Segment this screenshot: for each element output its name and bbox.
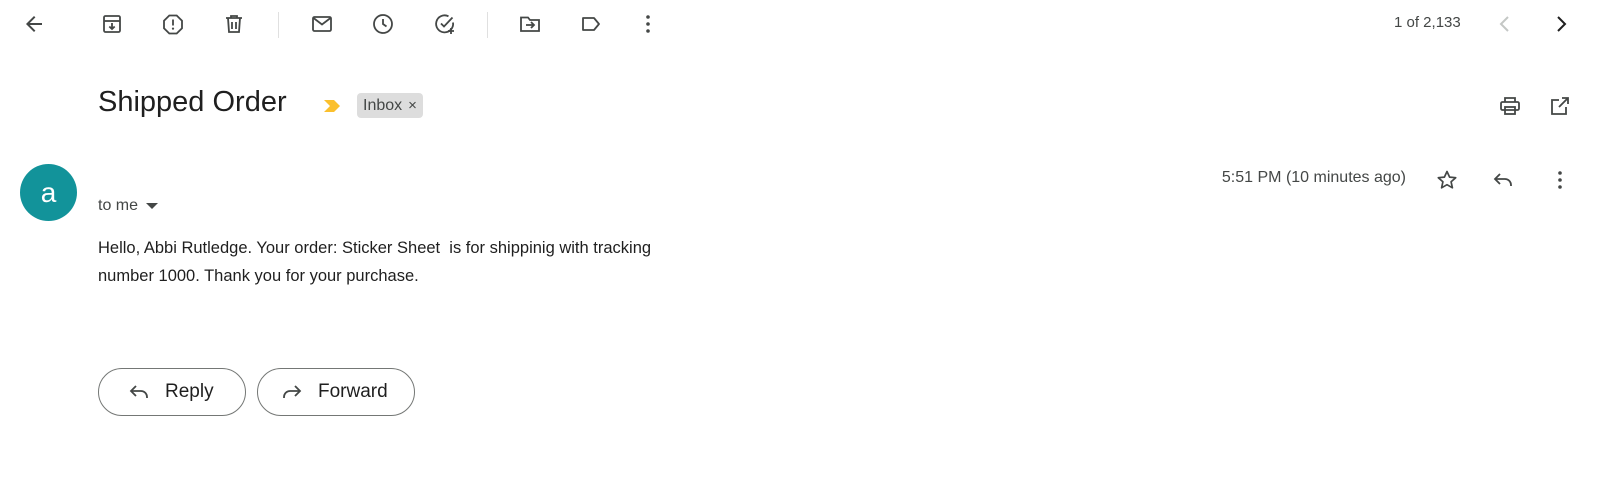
open-in-new-icon — [1551, 97, 1569, 115]
recipient-text: to me — [98, 197, 139, 214]
chevron-left-icon — [1499, 16, 1509, 32]
label-button[interactable] — [571, 4, 611, 44]
reply-label: Reply — [165, 381, 214, 402]
add-task-button[interactable] — [425, 4, 465, 44]
sender-avatar[interactable]: a — [20, 164, 77, 221]
remove-label-button[interactable]: × — [408, 97, 417, 114]
snooze-button[interactable] — [363, 4, 403, 44]
forward-icon — [283, 385, 302, 398]
forward-label: Forward — [318, 381, 388, 402]
more-vertical-icon — [646, 15, 650, 33]
mark-unread-button[interactable] — [302, 4, 342, 44]
importance-marker-icon[interactable] — [322, 96, 342, 116]
chevron-right-icon — [1557, 16, 1567, 32]
recipient-toggle[interactable]: to me — [98, 197, 159, 215]
report-spam-icon — [163, 14, 183, 35]
add-task-icon — [435, 14, 454, 34]
label-text: Inbox — [363, 96, 403, 114]
email-subject: Shipped Order — [98, 86, 287, 118]
back-button[interactable] — [14, 4, 54, 44]
inbox-label-chip: Inbox × — [357, 93, 423, 118]
more-vertical-icon — [1558, 171, 1562, 189]
move-to-icon — [520, 16, 540, 32]
move-to-button[interactable] — [510, 4, 550, 44]
caret-down-icon — [146, 203, 159, 209]
email-body: Hello, Abbi Rutledge. Your order: Sticke… — [98, 239, 656, 285]
reply-button[interactable]: Reply — [98, 368, 246, 416]
archive-button[interactable] — [92, 4, 132, 44]
message-more-button[interactable] — [1540, 160, 1580, 200]
pagination-counter: 1 of 2,133 — [1394, 14, 1461, 31]
trash-icon — [226, 15, 242, 33]
forward-button[interactable]: Forward — [257, 368, 415, 416]
star-icon — [1437, 170, 1457, 189]
star-button[interactable] — [1427, 160, 1467, 200]
clock-icon — [373, 14, 393, 34]
printer-icon — [1500, 97, 1520, 115]
reply-icon-button[interactable] — [1483, 160, 1523, 200]
open-new-window-button[interactable] — [1540, 86, 1580, 126]
archive-icon — [103, 15, 121, 33]
newer-button[interactable] — [1485, 4, 1525, 44]
older-button[interactable] — [1541, 4, 1581, 44]
reply-icon — [1493, 173, 1512, 186]
reply-icon — [129, 385, 148, 398]
report-spam-button[interactable] — [153, 4, 193, 44]
delete-button[interactable] — [214, 4, 254, 44]
print-button[interactable] — [1490, 86, 1530, 126]
more-options-button[interactable] — [628, 4, 668, 44]
mail-icon — [312, 16, 332, 32]
message-timestamp: 5:51 PM (10 minutes ago) — [1221, 169, 1406, 186]
label-icon — [582, 17, 600, 31]
arrow-left-icon — [26, 16, 42, 32]
